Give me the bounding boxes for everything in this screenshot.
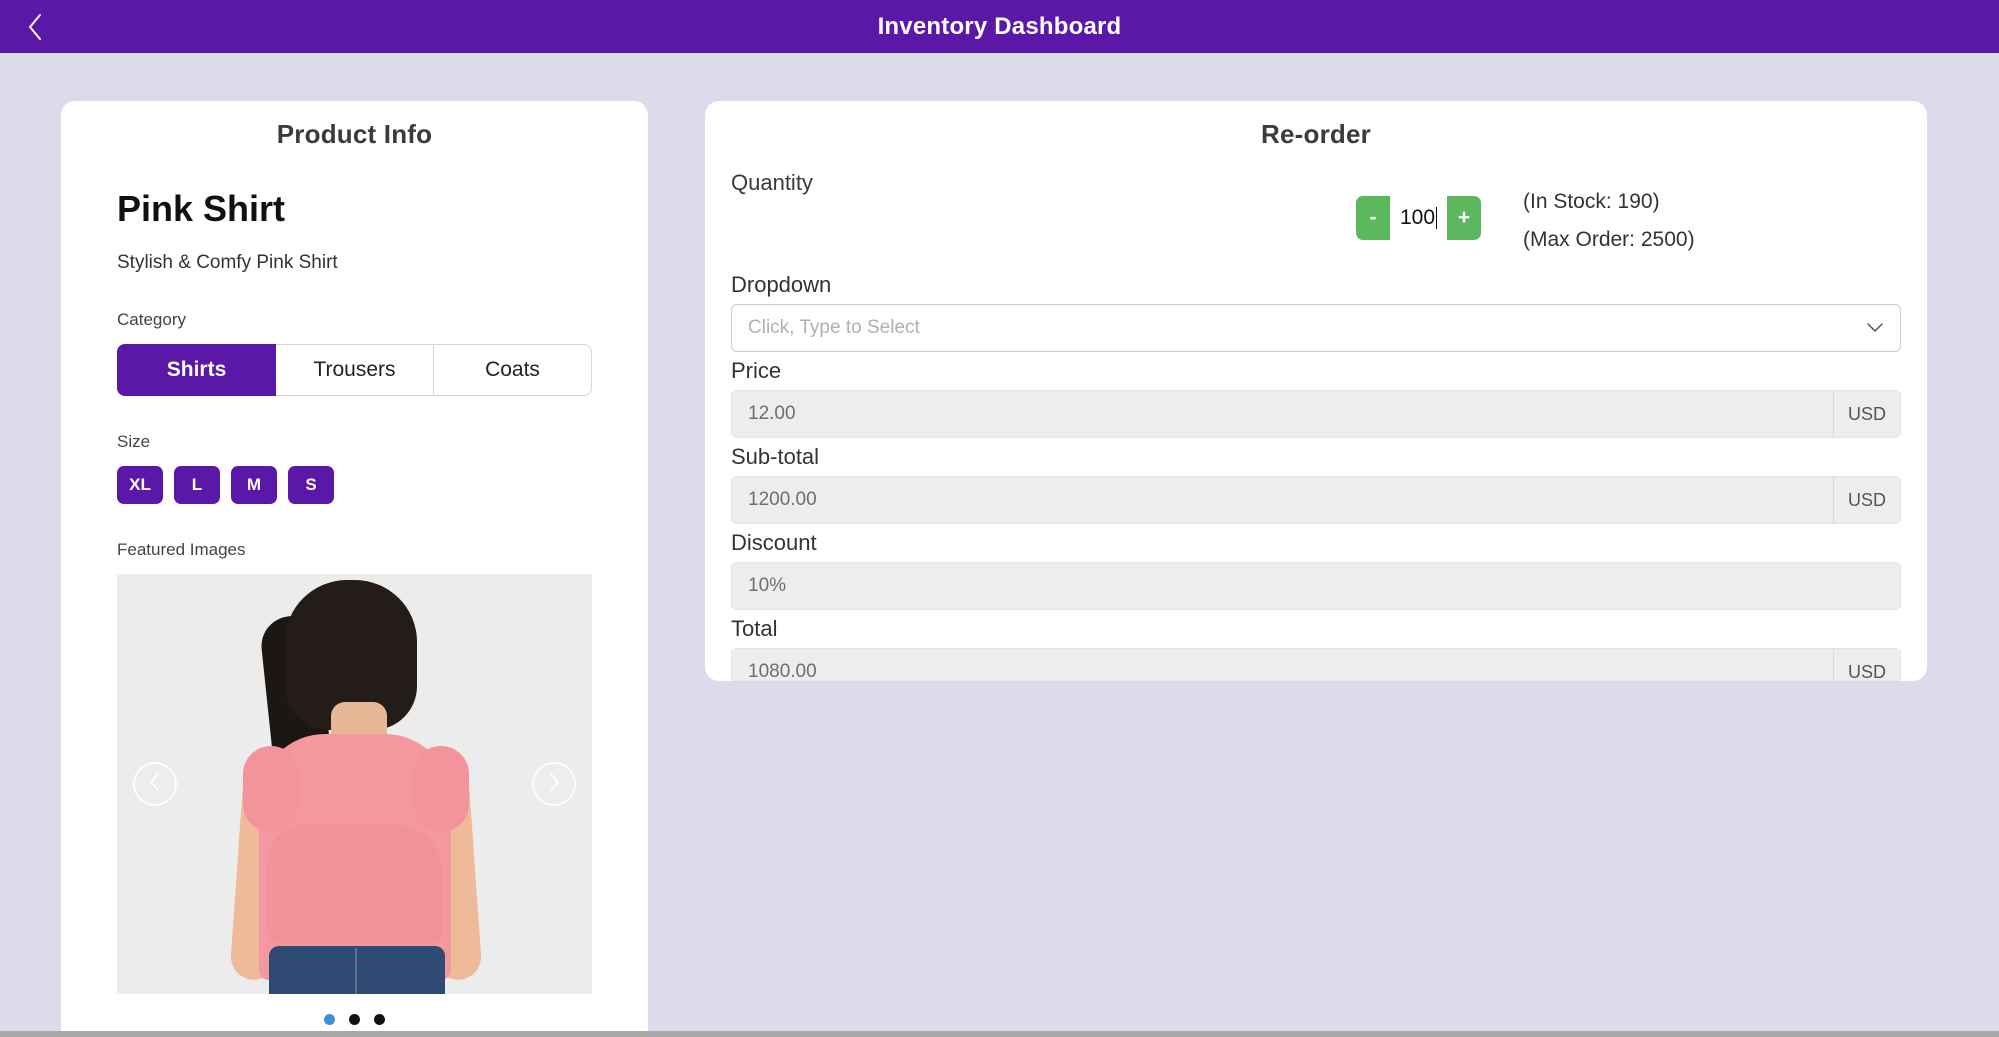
product-description: Stylish & Comfy Pink Shirt: [117, 252, 338, 273]
price-unit: USD: [1833, 391, 1900, 437]
app-root: Inventory Dashboard Product Info Pink Sh…: [0, 0, 1999, 1037]
carousel-dot-2[interactable]: [349, 1014, 360, 1025]
bottom-scroll-strip[interactable]: [0, 1031, 1999, 1037]
featured-images-label: Featured Images: [117, 540, 246, 559]
stock-info: (In Stock: 190) (Max Order: 2500): [1523, 190, 1695, 266]
category-option-coats[interactable]: Coats: [434, 344, 592, 396]
size-chip-l[interactable]: L: [174, 466, 220, 504]
dropdown-label: Dropdown: [731, 272, 832, 297]
photo-shape-jeans: [269, 946, 445, 994]
quantity-decrement-button[interactable]: -: [1356, 196, 1390, 240]
photo-shape-jeans-seam: [355, 948, 357, 994]
subtotal-value: 1200.00: [748, 489, 817, 510]
chevron-down-icon: [1866, 322, 1884, 334]
discount-value: 10%: [748, 575, 787, 596]
reorder-content: Quantity - 100 + (In Stock: 190) (Max Or…: [705, 152, 1927, 681]
photo-shape-left-sleeve: [243, 746, 299, 832]
category-segmented-control: Shirts Trousers Coats: [117, 344, 592, 396]
featured-images-carousel: [117, 574, 592, 994]
quantity-input[interactable]: 100: [1390, 196, 1447, 240]
carousel-dots: [117, 1014, 592, 1025]
reorder-panel: Re-order Quantity - 100 + (In Stock: 190: [705, 101, 1927, 681]
quantity-row: Quantity - 100 + (In Stock: 190) (Max Or…: [731, 152, 1901, 266]
carousel-dot-3[interactable]: [374, 1014, 385, 1025]
price-value: 12.00: [748, 403, 796, 424]
total-label: Total: [731, 616, 778, 641]
total-field: 1080.00 USD: [731, 648, 1901, 681]
product-info-content: Pink Shirt Stylish & Comfy Pink Shirt Ca…: [61, 188, 648, 1025]
carousel-prev-button[interactable]: [133, 762, 177, 806]
discount-field: 10%: [731, 562, 1901, 610]
quantity-label: Quantity: [731, 170, 813, 195]
category-label: Category: [117, 310, 186, 329]
size-chip-group: XL L M S: [117, 466, 592, 504]
back-button[interactable]: [16, 8, 54, 46]
chevron-left-icon: [25, 12, 45, 42]
text-cursor: [1436, 207, 1438, 229]
dropdown-select[interactable]: Click, Type to Select: [731, 304, 1901, 352]
page-body: Product Info Pink Shirt Stylish & Comfy …: [0, 53, 1999, 1037]
max-order-text: (Max Order: 2500): [1523, 228, 1695, 251]
chevron-right-icon: [547, 772, 561, 797]
price-label: Price: [731, 358, 782, 383]
quantity-increment-button[interactable]: +: [1447, 196, 1481, 240]
total-value: 1080.00: [748, 661, 817, 681]
category-option-shirts[interactable]: Shirts: [117, 344, 276, 396]
quantity-label-column: Quantity: [731, 152, 1356, 196]
subtotal-unit: USD: [1833, 477, 1900, 523]
reorder-heading: Re-order: [1261, 119, 1371, 149]
product-photo: [117, 574, 592, 994]
quantity-value: 100: [1399, 206, 1436, 229]
subtotal-label: Sub-total: [731, 444, 820, 469]
size-chip-m[interactable]: M: [231, 466, 277, 504]
chevron-left-icon: [148, 772, 162, 797]
carousel-next-button[interactable]: [532, 762, 576, 806]
app-header: Inventory Dashboard: [0, 0, 1999, 53]
product-info-heading: Product Info: [276, 119, 433, 149]
size-chip-s[interactable]: S: [288, 466, 334, 504]
quantity-stepper: - 100 +: [1356, 196, 1481, 240]
product-name: Pink Shirt: [117, 188, 286, 229]
photo-shape-shirt-shading: [267, 824, 443, 944]
product-info-panel: Product Info Pink Shirt Stylish & Comfy …: [61, 101, 648, 1037]
app-title: Inventory Dashboard: [877, 12, 1122, 40]
size-label: Size: [117, 432, 151, 451]
in-stock-text: (In Stock: 190): [1523, 190, 1660, 213]
dropdown-placeholder: Click, Type to Select: [748, 317, 920, 338]
subtotal-field: 1200.00 USD: [731, 476, 1901, 524]
size-chip-xl[interactable]: XL: [117, 466, 163, 504]
price-field: 12.00 USD: [731, 390, 1901, 438]
photo-shape-right-sleeve: [413, 746, 469, 832]
discount-label: Discount: [731, 530, 817, 555]
total-unit: USD: [1833, 649, 1900, 681]
category-option-trousers[interactable]: Trousers: [276, 344, 434, 396]
carousel-dot-1[interactable]: [324, 1014, 335, 1025]
